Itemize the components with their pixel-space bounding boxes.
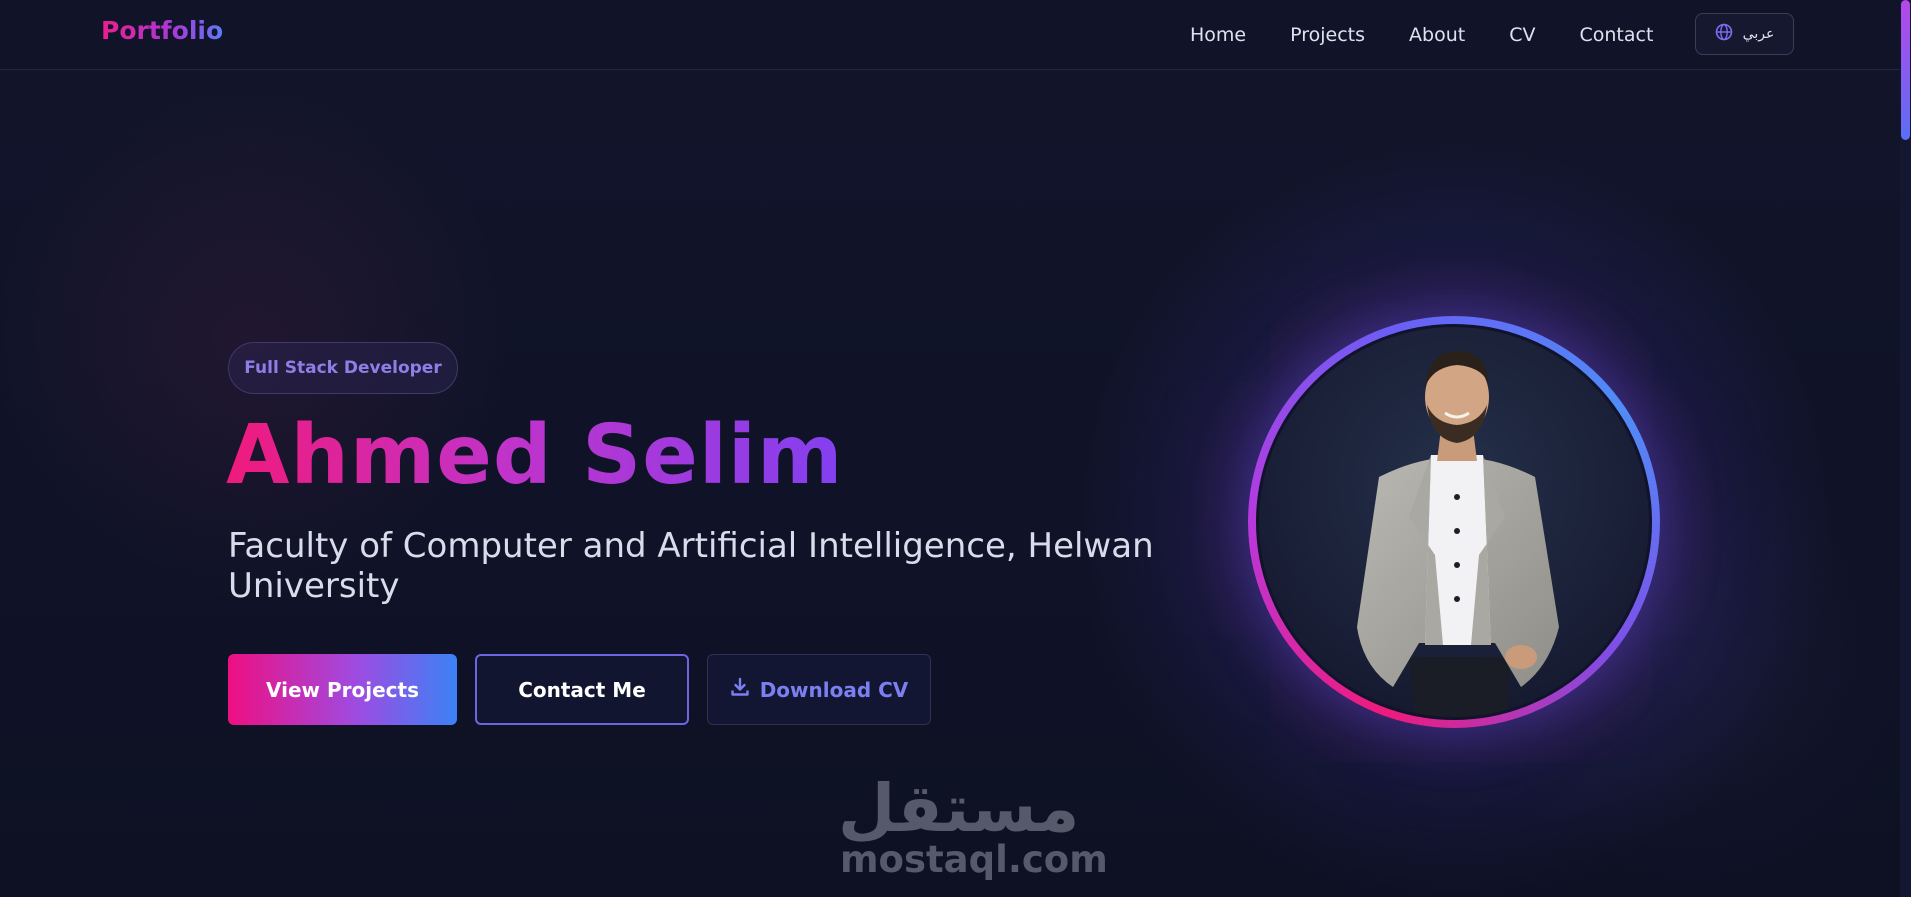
contact-me-label: Contact Me — [518, 677, 646, 702]
hero-name: Ahmed Selim — [226, 408, 844, 503]
download-cv-button[interactable]: Download CV — [707, 654, 931, 725]
role-badge: Full Stack Developer — [228, 342, 458, 394]
language-toggle-label: عربي — [1742, 26, 1775, 42]
nav-about[interactable]: About — [1409, 24, 1465, 46]
watermark-arabic: مستقل — [838, 770, 1080, 847]
view-projects-label: View Projects — [266, 677, 419, 702]
download-cv-label: Download CV — [759, 677, 909, 702]
hero-subtitle: Faculty of Computer and Artificial Intel… — [228, 526, 1154, 606]
nav-contact[interactable]: Contact — [1579, 24, 1653, 46]
nav-cv[interactable]: CV — [1509, 24, 1535, 46]
main-nav: Home Projects About CV Contact — [1190, 0, 1697, 70]
globe-icon — [1715, 23, 1733, 45]
nav-projects[interactable]: Projects — [1290, 24, 1365, 46]
scrollbar-thumb[interactable] — [1901, 0, 1910, 140]
contact-me-button[interactable]: Contact Me — [475, 654, 689, 725]
nav-home[interactable]: Home — [1190, 24, 1246, 46]
download-icon — [730, 677, 750, 702]
watermark-latin: mostaql.com — [840, 838, 1108, 881]
view-projects-button[interactable]: View Projects — [228, 654, 457, 725]
profile-photo-frame — [1248, 316, 1660, 728]
language-toggle-button[interactable]: عربي — [1695, 13, 1794, 55]
top-navbar: Portfolio Home Projects About CV Contact… — [0, 0, 1900, 70]
site-logo[interactable]: Portfolio — [101, 16, 223, 45]
profile-photo — [1256, 324, 1652, 720]
